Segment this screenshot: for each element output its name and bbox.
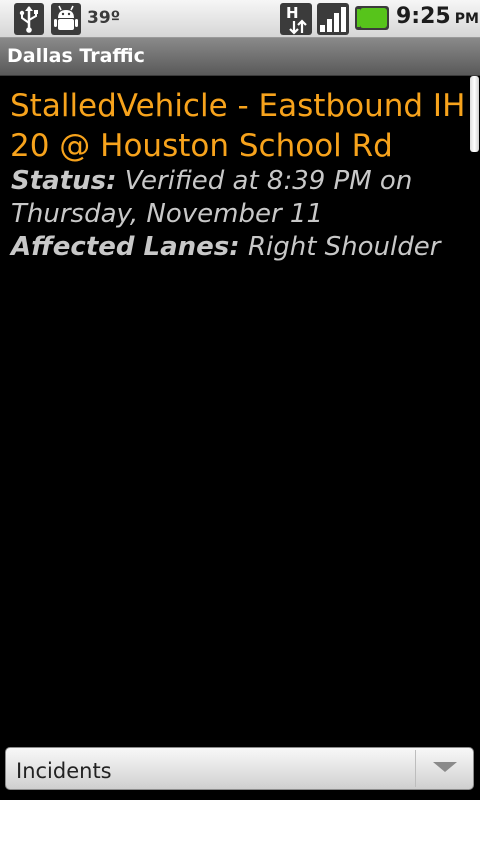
incident-headline: StalledVehicle - Eastbound IH 20 @ Houst… (10, 88, 466, 164)
incident-detail[interactable]: StalledVehicle - Eastbound IH 20 @ Houst… (0, 76, 480, 740)
spinner-selected: Incidents (16, 759, 112, 783)
usb-icon (14, 3, 44, 39)
title-bar: Dallas Traffic (0, 38, 480, 76)
temperature-text: 39º (87, 8, 121, 28)
incident-lanes: Affected Lanes: Right Shoulder (11, 231, 473, 264)
battery-icon (355, 6, 389, 34)
clock: 9:25 PM (396, 4, 479, 29)
category-spinner[interactable]: Incidents (5, 747, 474, 790)
signal-icon (317, 3, 349, 39)
scrollbar[interactable] (470, 76, 479, 152)
lanes-label: Affected Lanes: (11, 232, 240, 262)
app-screen: 39º H 9:25 PM Dallas Traffic StalledVehi… (0, 0, 480, 800)
chevron-down-icon[interactable] (433, 762, 457, 772)
hspa-data-icon: H (280, 3, 312, 39)
clock-ampm: PM (454, 11, 479, 27)
lanes-value: Right Shoulder (247, 232, 441, 262)
debug-icon (51, 3, 81, 39)
clock-time: 9:25 (396, 4, 451, 29)
spinner-divider (415, 750, 416, 787)
incident-status: Status: Verified at 8:39 PM on Thursday,… (11, 165, 473, 231)
svg-text:H: H (286, 4, 299, 22)
app-title: Dallas Traffic (7, 45, 145, 67)
status-label: Status: (11, 166, 117, 196)
status-bar: 39º H 9:25 PM (0, 0, 480, 38)
